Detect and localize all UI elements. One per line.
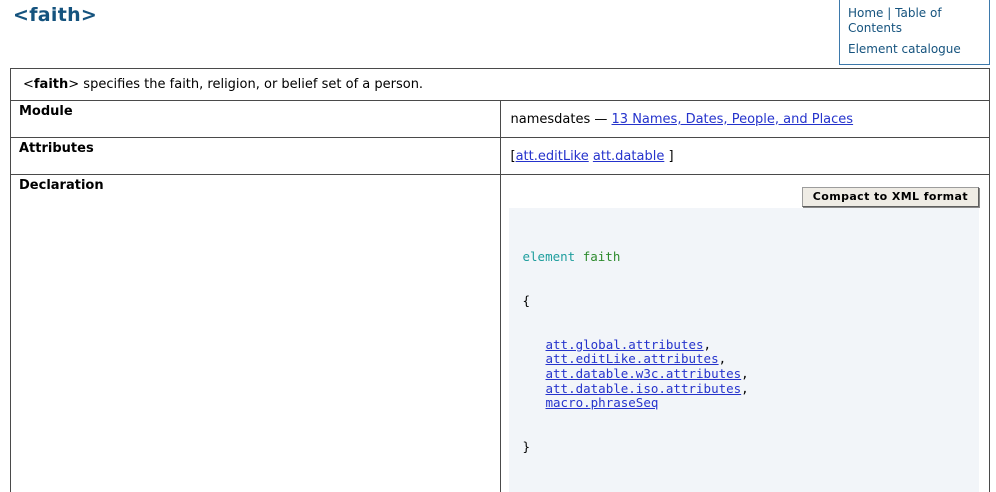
declaration-label: Declaration [11, 175, 501, 492]
description-text: specifies the faith, religion, or belief… [79, 77, 423, 92]
declaration-open-brace: { [523, 294, 966, 309]
declaration-member-link[interactable]: att.datable.iso.attributes [546, 381, 742, 396]
module-dash: — [594, 112, 607, 127]
declaration-code-box: element faith { att.global.attributes,at… [509, 208, 980, 492]
attributes-close-bracket: ] [668, 149, 673, 164]
declaration-member-link[interactable]: att.datable.w3c.attributes [546, 366, 742, 381]
page-title: <faith> [13, 4, 97, 26]
declaration-close-brace: } [523, 440, 966, 455]
declaration-member-link[interactable]: att.editLike.attributes [546, 351, 719, 366]
module-value: namesdates — 13 Names, Dates, People, an… [500, 101, 990, 138]
attribute-class-link[interactable]: att.datable [593, 149, 664, 164]
nav-home-link[interactable]: Home [848, 6, 883, 20]
module-label: Module [11, 101, 501, 138]
declaration-toolbar: Compact to XML format [509, 187, 980, 207]
attributes-value: [att.editLike att.datable ] [500, 138, 990, 175]
declaration-code-line: att.datable.w3c.attributes, [523, 367, 966, 382]
attribute-class-link[interactable]: att.editLike [516, 149, 589, 164]
description-close-bracket: > [68, 77, 79, 92]
description-open-bracket: < [23, 77, 34, 92]
declaration-row: Declaration Compact to XML format elemen… [11, 175, 990, 492]
declaration-code-line: att.editLike.attributes, [523, 352, 966, 367]
description-row: <faith> specifies the faith, religion, o… [11, 69, 990, 101]
compact-to-xml-button[interactable]: Compact to XML format [802, 187, 979, 207]
declaration-code-line: macro.phraseSeq [523, 396, 966, 411]
nav-box: Home | Table of Contents Element catalog… [839, 0, 990, 65]
element-spec-table: <faith> specifies the faith, religion, o… [10, 68, 990, 492]
declaration-value: Compact to XML format element faith { at… [500, 175, 990, 492]
declared-element-name: faith [583, 249, 621, 264]
attributes-label: Attributes [11, 138, 501, 175]
module-row: Module namesdates — 13 Names, Dates, Peo… [11, 101, 990, 138]
module-name: namesdates [511, 112, 591, 127]
keyword-element: element [523, 249, 576, 264]
module-chapter-link[interactable]: 13 Names, Dates, People, and Places [612, 112, 854, 127]
element-reference-page: <faith> Home | Table of Contents Element… [0, 0, 996, 492]
nav-element-catalogue-link[interactable]: Element catalogue [848, 42, 961, 56]
nav-line: Element catalogue [848, 42, 989, 57]
declaration-member-link[interactable]: att.global.attributes [546, 337, 704, 352]
declaration-code-line: att.datable.iso.attributes, [523, 382, 966, 397]
nav-line: Home | Table of Contents [848, 6, 989, 35]
attribute-links: att.editLike att.datable [516, 149, 665, 164]
declaration-member-link[interactable]: macro.phraseSeq [546, 395, 659, 410]
nav-separator: | [887, 6, 891, 20]
attributes-row: Attributes [att.editLike att.datable ] [11, 138, 990, 175]
element-description: <faith> specifies the faith, religion, o… [11, 69, 990, 101]
description-tag-name: faith [34, 77, 68, 92]
declaration-code-line: element faith [523, 250, 966, 265]
declaration-member-links: att.global.attributes,att.editLike.attri… [523, 338, 966, 411]
declaration-code-line: att.global.attributes, [523, 338, 966, 353]
